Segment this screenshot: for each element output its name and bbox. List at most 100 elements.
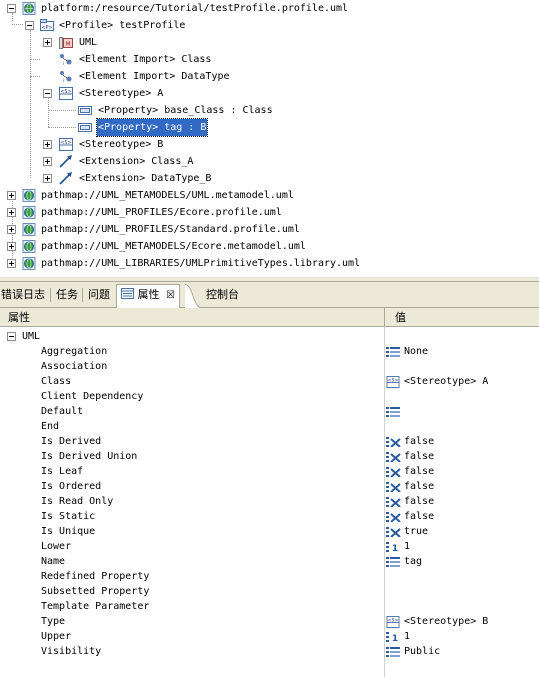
column-header-value[interactable]: 值	[384, 308, 539, 327]
tree-item-root-resource[interactable]: platform:/resource/Tutorial/testProfile.…	[0, 0, 539, 17]
property-row[interactable]: Visibility Public	[0, 644, 539, 659]
view-tab-bar: 错误日志 任务 问题 属性 ☒ 控制台	[0, 281, 539, 309]
property-value[interactable]: false	[404, 509, 434, 524]
property-row[interactable]: Subsetted Property	[0, 584, 539, 599]
property-row[interactable]: Is Leaf false	[0, 464, 539, 479]
tree-item-ecore-metamodel[interactable]: pathmap://UML_METAMODELS/Ecore.metamodel…	[0, 238, 539, 255]
property-row[interactable]: Is Static false	[0, 509, 539, 524]
tab-properties[interactable]: 属性 ☒	[116, 284, 180, 309]
boolean-icon	[386, 526, 401, 538]
property-row[interactable]: Is Derived false	[0, 434, 539, 449]
tree-item-uml-import[interactable]: M UML	[0, 34, 539, 51]
tree-item-ecore-profile[interactable]: pathmap://UML_PROFILES/Ecore.profile.uml	[0, 204, 539, 221]
property-row[interactable]: Association	[0, 359, 539, 374]
expand-toggle-icon[interactable]	[43, 157, 52, 166]
resource-globe-icon	[22, 240, 36, 253]
profile-icon: <P>	[40, 19, 54, 31]
enum-icon	[386, 556, 401, 567]
uml-package-icon: M	[59, 37, 73, 49]
expand-toggle-icon[interactable]	[43, 174, 52, 183]
property-row[interactable]: Lower 1 1	[0, 539, 539, 554]
expand-toggle-icon[interactable]	[7, 225, 16, 234]
resource-globe-icon	[22, 206, 36, 219]
boolean-icon	[386, 451, 401, 463]
property-row[interactable]: Aggregation None	[0, 344, 539, 359]
property-row[interactable]: Is Ordered false	[0, 479, 539, 494]
tree-item-label: <Stereotype> A	[79, 88, 164, 99]
property-row[interactable]: Default	[0, 404, 539, 419]
expand-toggle-icon[interactable]	[43, 140, 52, 149]
tab-problems[interactable]: 问题	[88, 285, 110, 305]
property-name: Aggregation	[41, 346, 108, 357]
tab-console[interactable]: 控制台	[206, 285, 239, 305]
property-value[interactable]: tag	[404, 554, 422, 569]
property-row[interactable]: Name tag	[0, 554, 539, 569]
expand-toggle-icon[interactable]	[7, 208, 16, 217]
property-row[interactable]: Template Parameter	[0, 599, 539, 614]
property-value[interactable]: false	[404, 494, 434, 509]
property-icon	[78, 106, 92, 115]
expand-toggle-icon[interactable]	[7, 242, 16, 251]
close-icon[interactable]: ☒	[166, 290, 175, 301]
property-row[interactable]: Redefined Property	[0, 569, 539, 584]
group-row-uml[interactable]: UML	[0, 329, 539, 344]
property-row[interactable]: Type <S> <Stereotype> B	[0, 614, 539, 629]
property-value[interactable]: 1	[404, 629, 410, 644]
column-header-property[interactable]: 属性	[0, 308, 384, 327]
property-value[interactable]: <Stereotype> A	[404, 374, 488, 389]
property-value[interactable]: true	[404, 524, 428, 539]
property-value[interactable]: false	[404, 464, 434, 479]
property-value[interactable]: <Stereotype> B	[404, 614, 488, 629]
tree-item-property-tag[interactable]: <Property> tag : B	[0, 118, 539, 137]
property-icon	[78, 123, 92, 132]
tree-item-label: pathmap://UML_PROFILES/Standard.profile.…	[41, 224, 300, 235]
tree-item-stereotype-a[interactable]: <S> <Stereotype> A	[0, 85, 539, 102]
property-name: Client Dependency	[41, 391, 144, 402]
tree-item-element-import-datatype[interactable]: i <Element Import> DataType	[0, 68, 539, 85]
property-name: Subsetted Property	[41, 586, 150, 597]
property-name: Name	[41, 556, 66, 567]
tree-item-property-base-class[interactable]: <Property> base_Class : Class	[0, 102, 539, 119]
collapse-toggle-icon[interactable]	[7, 4, 16, 13]
property-value[interactable]: None	[404, 344, 428, 359]
property-value[interactable]: 1	[404, 539, 410, 554]
boolean-icon	[386, 436, 401, 448]
property-value[interactable]: false	[404, 434, 434, 449]
tree-item-label: pathmap://UML_METAMODELS/UML.metamodel.u…	[41, 190, 294, 201]
enum-icon	[386, 346, 401, 357]
stereotype-icon: <S>	[59, 87, 73, 100]
property-name: Is Derived Union	[41, 451, 138, 462]
property-row[interactable]: Class <S> <Stereotype> A	[0, 374, 539, 389]
tree-item-primitive-types-library[interactable]: pathmap://UML_LIBRARIES/UMLPrimitiveType…	[0, 255, 539, 272]
property-row[interactable]: Client Dependency	[0, 389, 539, 404]
property-row[interactable]: Is Unique true	[0, 524, 539, 539]
tree-item-uml-metamodel[interactable]: pathmap://UML_METAMODELS/UML.metamodel.u…	[0, 187, 539, 204]
tree-item-extension-class-a[interactable]: <Extension> Class_A	[0, 153, 539, 170]
property-row[interactable]: Is Derived Union false	[0, 449, 539, 464]
property-row[interactable]: End	[0, 419, 539, 434]
tab-error-log[interactable]: 错误日志	[1, 285, 45, 305]
enum-icon	[386, 646, 401, 657]
collapse-toggle-icon[interactable]	[25, 21, 34, 30]
property-row[interactable]: Upper 1 1	[0, 629, 539, 644]
tree-item-stereotype-b[interactable]: <S> <Stereotype> B	[0, 136, 539, 153]
expand-toggle-icon[interactable]	[7, 191, 16, 200]
property-row[interactable]: Is Read Only false	[0, 494, 539, 509]
tree-item-extension-datatype-b[interactable]: <Extension> DataType_B	[0, 170, 539, 187]
expand-toggle-icon[interactable]	[7, 259, 16, 268]
property-value[interactable]: false	[404, 479, 434, 494]
property-value[interactable]: false	[404, 449, 434, 464]
property-value[interactable]: Public	[404, 644, 440, 659]
tab-tasks[interactable]: 任务	[56, 285, 78, 305]
property-name: Type	[41, 616, 66, 627]
stereotype-icon: <S>	[386, 616, 401, 628]
collapse-toggle-icon[interactable]	[43, 89, 52, 98]
collapse-toggle-icon[interactable]	[7, 332, 16, 341]
tree-item-profile[interactable]: <P> <Profile> testProfile	[0, 17, 539, 34]
property-name: Is Derived	[41, 436, 102, 447]
tree-item-standard-profile[interactable]: pathmap://UML_PROFILES/Standard.profile.…	[0, 221, 539, 238]
tree-item-label: <Property> tag : B	[95, 118, 209, 137]
tree-item-element-import-class[interactable]: i <Element Import> Class	[0, 51, 539, 68]
model-tree: platform:/resource/Tutorial/testProfile.…	[0, 0, 539, 277]
expand-toggle-icon[interactable]	[43, 38, 52, 47]
